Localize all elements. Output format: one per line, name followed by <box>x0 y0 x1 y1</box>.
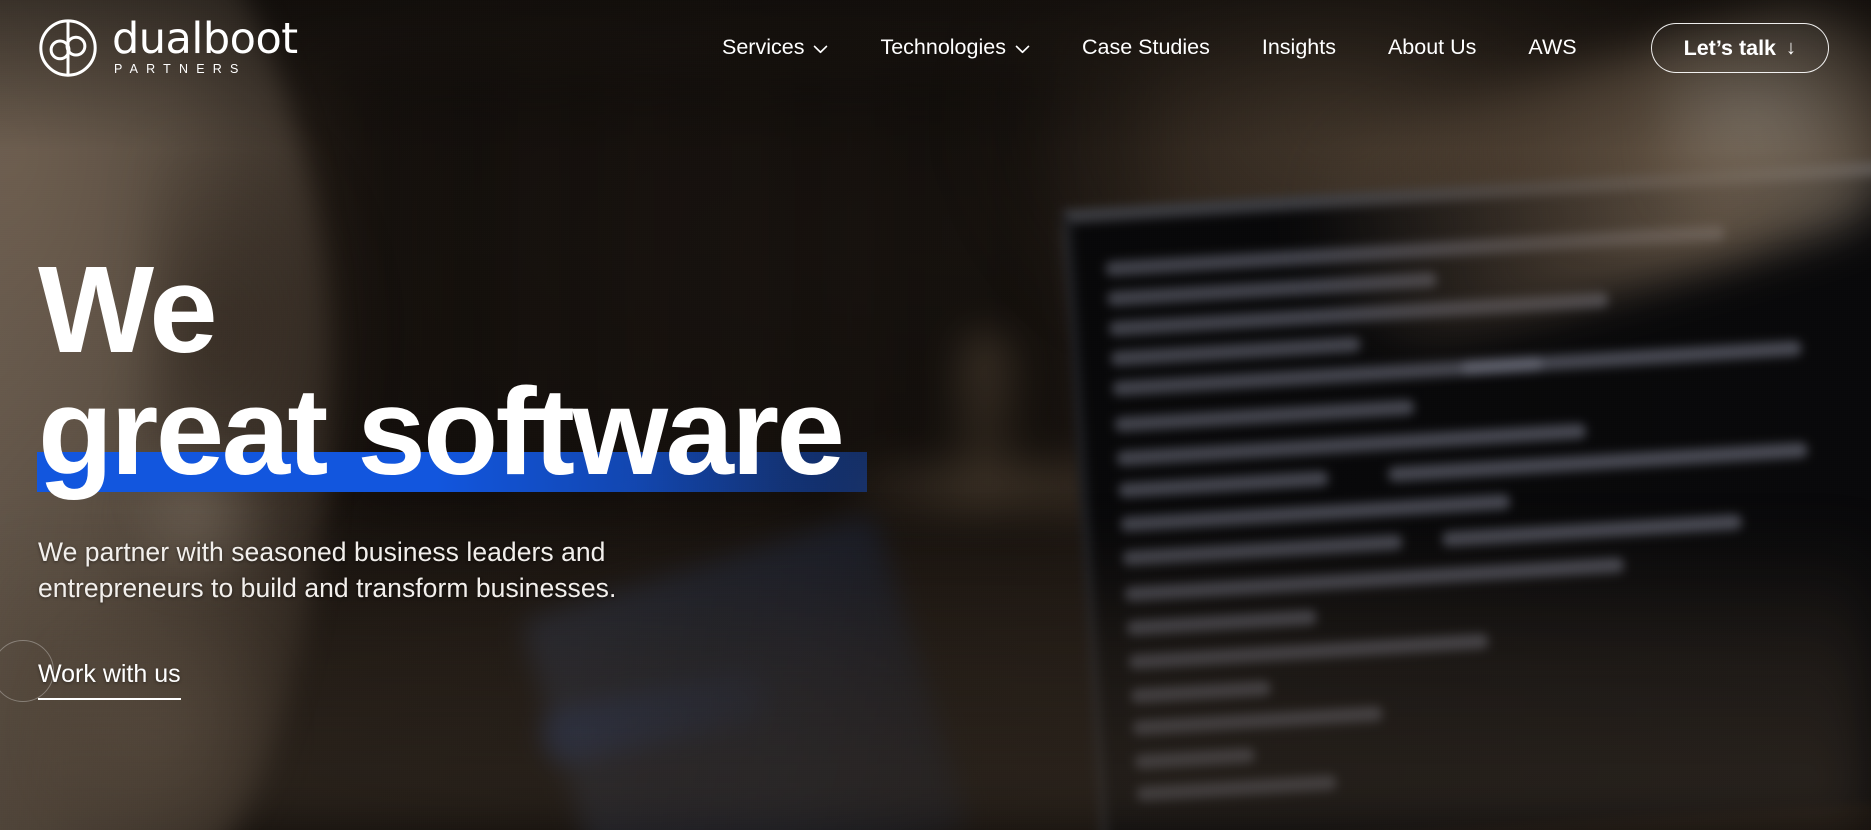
hero-content: We great software We partner with season… <box>0 242 867 702</box>
headline-line-2-wrap: great software <box>37 371 867 494</box>
lets-talk-label: Let’s talk <box>1683 35 1776 60</box>
main-navigation: Services Technologies Case Studies Insig… <box>696 23 1833 73</box>
nav-item-about-us[interactable]: About Us <box>1362 37 1502 59</box>
brand-name: dualboot <box>112 14 298 65</box>
chevron-down-icon <box>1015 45 1030 54</box>
lets-talk-button[interactable]: Let’s talk ↓ <box>1650 23 1829 73</box>
nav-label-technologies: Technologies <box>880 35 1006 60</box>
hero-subcopy-line-2: entrepreneurs to build and transform bus… <box>38 573 617 604</box>
headline-line-1: We <box>38 242 218 379</box>
headline-line-2: great software <box>38 363 845 501</box>
nav-label-insights: Insights <box>1261 35 1336 60</box>
nav-item-services[interactable]: Services <box>696 37 854 59</box>
brand-tagline: PARTNERS <box>114 62 247 77</box>
nav-item-aws[interactable]: AWS <box>1502 37 1602 59</box>
nav-item-insights[interactable]: Insights <box>1236 37 1362 59</box>
nav-item-technologies[interactable]: Technologies <box>854 37 1056 59</box>
hero-subcopy-line-1: We partner with seasoned business leader… <box>38 536 606 567</box>
nav-label-aws: AWS <box>1528 35 1577 60</box>
hero-headline: We great software <box>37 242 867 494</box>
brand-wordmark: dualboot PARTNERS <box>112 14 298 77</box>
nav-label-about-us: About Us <box>1387 35 1477 60</box>
nav-item-case-studies[interactable]: Case Studies <box>1056 37 1236 59</box>
nav-label-case-studies: Case Studies <box>1081 35 1210 60</box>
brand-logo[interactable]: dualboot PARTNERS <box>38 18 298 78</box>
arrow-down-icon: ↓ <box>1786 37 1796 59</box>
dualboot-circle-monogram-icon <box>39 19 97 77</box>
hero-section: dualboot PARTNERS Services Technologies … <box>0 0 1871 830</box>
work-with-us-wrapper: Work with us <box>0 639 181 702</box>
work-with-us-link[interactable]: Work with us <box>38 661 181 700</box>
site-header: dualboot PARTNERS Services Technologies … <box>0 0 1871 96</box>
chevron-down-icon <box>814 45 828 54</box>
nav-label-services: Services <box>722 35 805 60</box>
hero-subcopy: We partner with seasoned business leader… <box>38 534 798 607</box>
